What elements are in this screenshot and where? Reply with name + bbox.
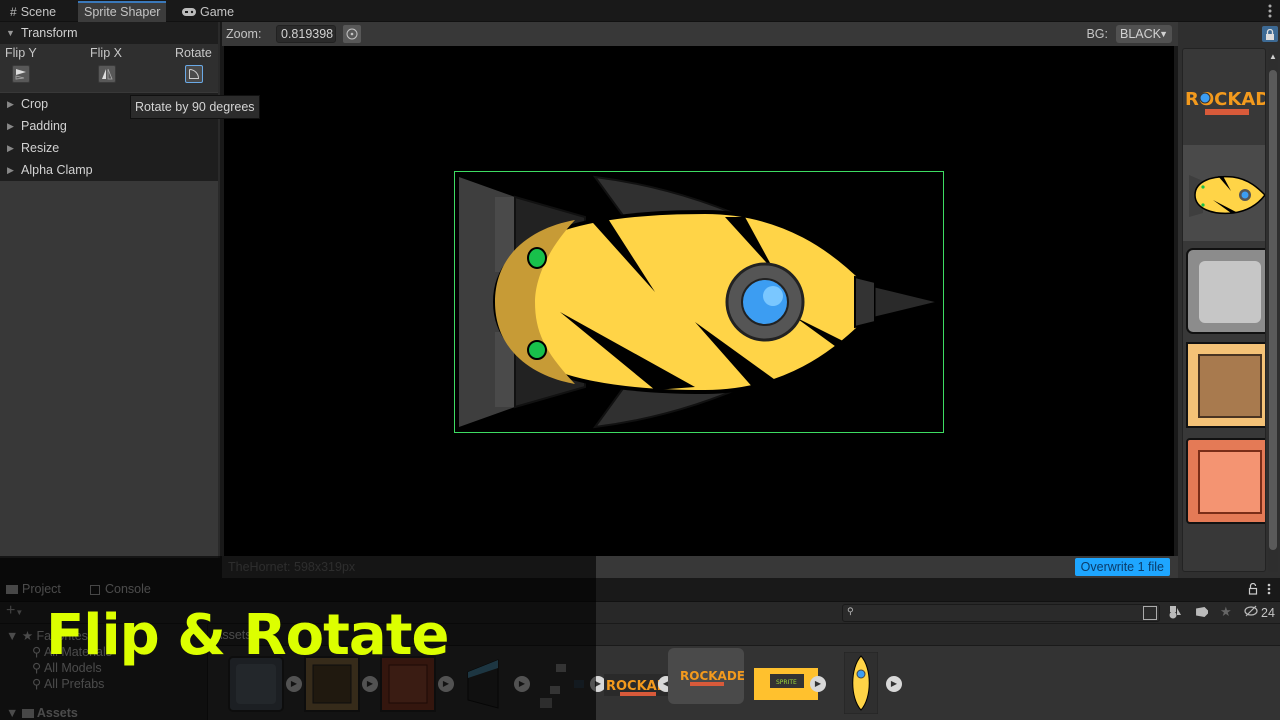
target-icon [346, 28, 358, 40]
hornet-sprite [459, 175, 938, 429]
thumbnail-list: ROCKADE [1182, 48, 1266, 572]
rotate-tooltip: Rotate by 90 degrees [130, 95, 260, 119]
bg-label: BG: [1086, 27, 1108, 41]
viewer-toolbar: Zoom: 0.819398 BG: BLACK ▼ [222, 22, 1178, 46]
filter-by-label-icon[interactable] [1194, 605, 1210, 622]
collapsed-triangle-icon: ▶ [7, 165, 14, 175]
zoom-reset-button[interactable] [343, 25, 361, 43]
expand-play-icon[interactable]: ▶ [810, 676, 826, 692]
tab-sprite-shaper[interactable]: Sprite Shaper [78, 1, 167, 22]
svg-text:ROCKADE: ROCKADE [1185, 89, 1266, 110]
expand-triangle-icon: ▼ [6, 28, 15, 38]
scrollbar-thumb[interactable] [1269, 70, 1277, 550]
thumbnail-scrollbar[interactable]: ▲ [1268, 48, 1278, 572]
chevron-down-icon: ▼ [1159, 29, 1168, 39]
rotate-button[interactable] [185, 65, 203, 83]
overwrite-button[interactable]: Overwrite 1 file [1074, 558, 1170, 576]
zoom-label: Zoom: [226, 27, 262, 41]
overlay-title: Flip & Rotate [46, 603, 449, 668]
search-icon: ⚲ [847, 606, 854, 616]
thumbnail-the-hornet[interactable] [1183, 145, 1265, 241]
flip-y-icon [15, 69, 26, 80]
unlock-icon[interactable] [1248, 582, 1258, 598]
flip-y-button[interactable] [12, 65, 30, 83]
transform-tools: Flip Y Flip X Rotate [0, 44, 218, 92]
collapsed-triangle-icon: ▶ [7, 143, 14, 153]
tab-scene[interactable]: # Scene [4, 3, 62, 22]
more-options-icon[interactable] [1267, 583, 1271, 598]
lock-icon[interactable] [1262, 26, 1278, 42]
hidden-packages-icon[interactable] [1244, 605, 1258, 620]
search-by-type-icon[interactable] [1143, 606, 1157, 620]
sprite-list-panel: ROCKADE ▲ [1178, 22, 1280, 578]
zoom-input[interactable]: 0.819398 [276, 25, 336, 43]
asset-item[interactable] [843, 651, 879, 715]
transform-section-header[interactable]: ▼ Transform [0, 22, 218, 44]
grid-icon: # [10, 5, 17, 19]
flip-x-button[interactable] [98, 65, 116, 83]
expand-play-icon[interactable]: ▶ [886, 676, 902, 692]
thumbnail-metal-panel[interactable] [1183, 241, 1265, 337]
flip-y-label: Flip Y [5, 46, 37, 60]
project-search-input[interactable]: ⚲ [842, 604, 1160, 622]
rotate-icon [189, 69, 200, 79]
thumbnail-rockade-logo[interactable]: ROCKADE [1183, 49, 1266, 145]
thumbnail-red-crate[interactable] [1183, 433, 1265, 529]
rotate-label: Rotate [175, 46, 212, 60]
asset-item-selected[interactable]: ROCKADE! [668, 648, 750, 704]
flip-x-icon [102, 68, 113, 80]
bg-dropdown[interactable]: BLACK ▼ [1116, 25, 1172, 43]
svg-text:SPRITE: SPRITE [776, 679, 797, 686]
collapsed-triangle-icon: ▶ [7, 121, 14, 131]
svg-text:ROCKADE!: ROCKADE! [680, 669, 744, 683]
editor-tab-bar: # Scene Sprite Shaper Game [0, 0, 1280, 22]
hidden-packages-count: 24 [1261, 606, 1275, 620]
tab-game[interactable]: Game [176, 3, 240, 22]
sprite-bounds [454, 171, 944, 433]
gamepad-icon [182, 3, 196, 22]
collapsed-triangle-icon: ▶ [7, 99, 14, 109]
alpha-clamp-foldout[interactable]: ▶ Alpha Clamp [0, 159, 218, 181]
thumbnail-wood-crate[interactable] [1183, 337, 1265, 433]
filter-by-type-icon[interactable] [1168, 605, 1182, 622]
scroll-up-icon[interactable]: ▲ [1269, 52, 1277, 61]
favorites-star-icon[interactable]: ★ [1220, 604, 1232, 620]
sprite-canvas[interactable] [224, 46, 1174, 556]
more-options-icon[interactable] [1268, 4, 1274, 18]
flip-x-label: Flip X [90, 46, 122, 60]
resize-foldout[interactable]: ▶ Resize [0, 137, 218, 159]
